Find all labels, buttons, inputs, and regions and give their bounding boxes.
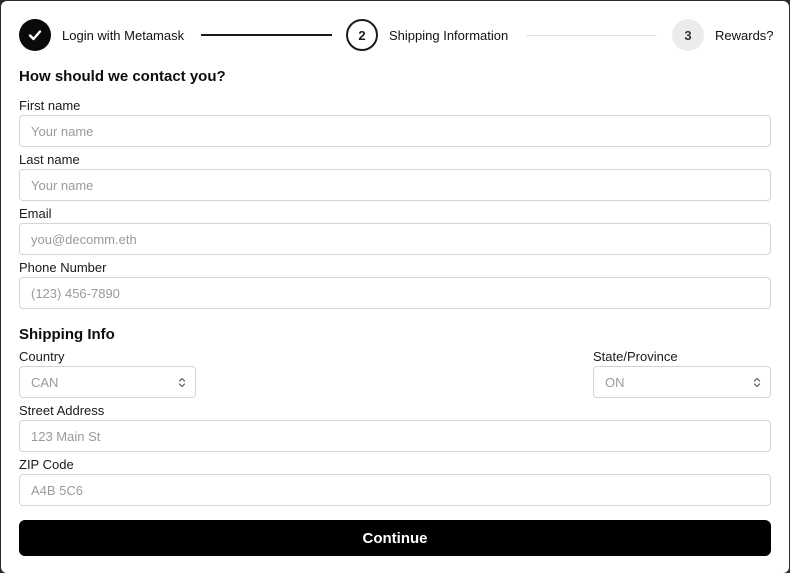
step-number-badge: 2 [346,19,378,51]
country-label: Country [19,349,65,364]
step-number-badge: 3 [672,19,704,51]
chevron-up-down-icon [753,377,761,388]
step-complete-badge [19,19,51,51]
step-label: Login with Metamask [62,27,185,43]
zip-code-label: ZIP Code [19,457,74,472]
step-rewards: 3 Rewards? [672,18,774,52]
step-label: Shipping Information [389,27,509,43]
step-connector-pending [526,35,657,36]
state-select[interactable]: ON [593,366,771,398]
first-name-input[interactable] [19,115,771,147]
state-label: State/Province [593,349,678,364]
step-connector-complete [201,34,332,36]
chevron-up-down-icon [178,377,186,388]
street-address-input[interactable] [19,420,771,452]
state-selected-value: ON [605,374,625,390]
zip-code-input[interactable] [19,474,771,506]
step-login: Login with Metamask [19,18,184,52]
phone-label: Phone Number [19,260,107,275]
progress-stepper: Login with Metamask 2 Shipping Informati… [19,18,774,52]
email-label: Email [19,206,52,221]
contact-section-title: How should we contact you? [19,68,226,85]
continue-button[interactable]: Continue [19,520,771,556]
step-shipping: 2 Shipping Information [346,18,508,52]
first-name-label: First name [19,98,81,113]
country-selected-value: CAN [31,374,59,390]
street-address-label: Street Address [19,403,105,418]
country-select[interactable]: CAN [19,366,196,398]
checkmark-icon [28,30,42,41]
last-name-label: Last name [19,152,80,167]
email-input[interactable] [19,223,771,255]
shipping-section-title: Shipping Info [19,326,115,343]
checkout-modal: Login with Metamask 2 Shipping Informati… [1,1,789,573]
last-name-input[interactable] [19,169,771,201]
phone-input[interactable] [19,277,771,309]
step-label: Rewards? [715,27,774,43]
